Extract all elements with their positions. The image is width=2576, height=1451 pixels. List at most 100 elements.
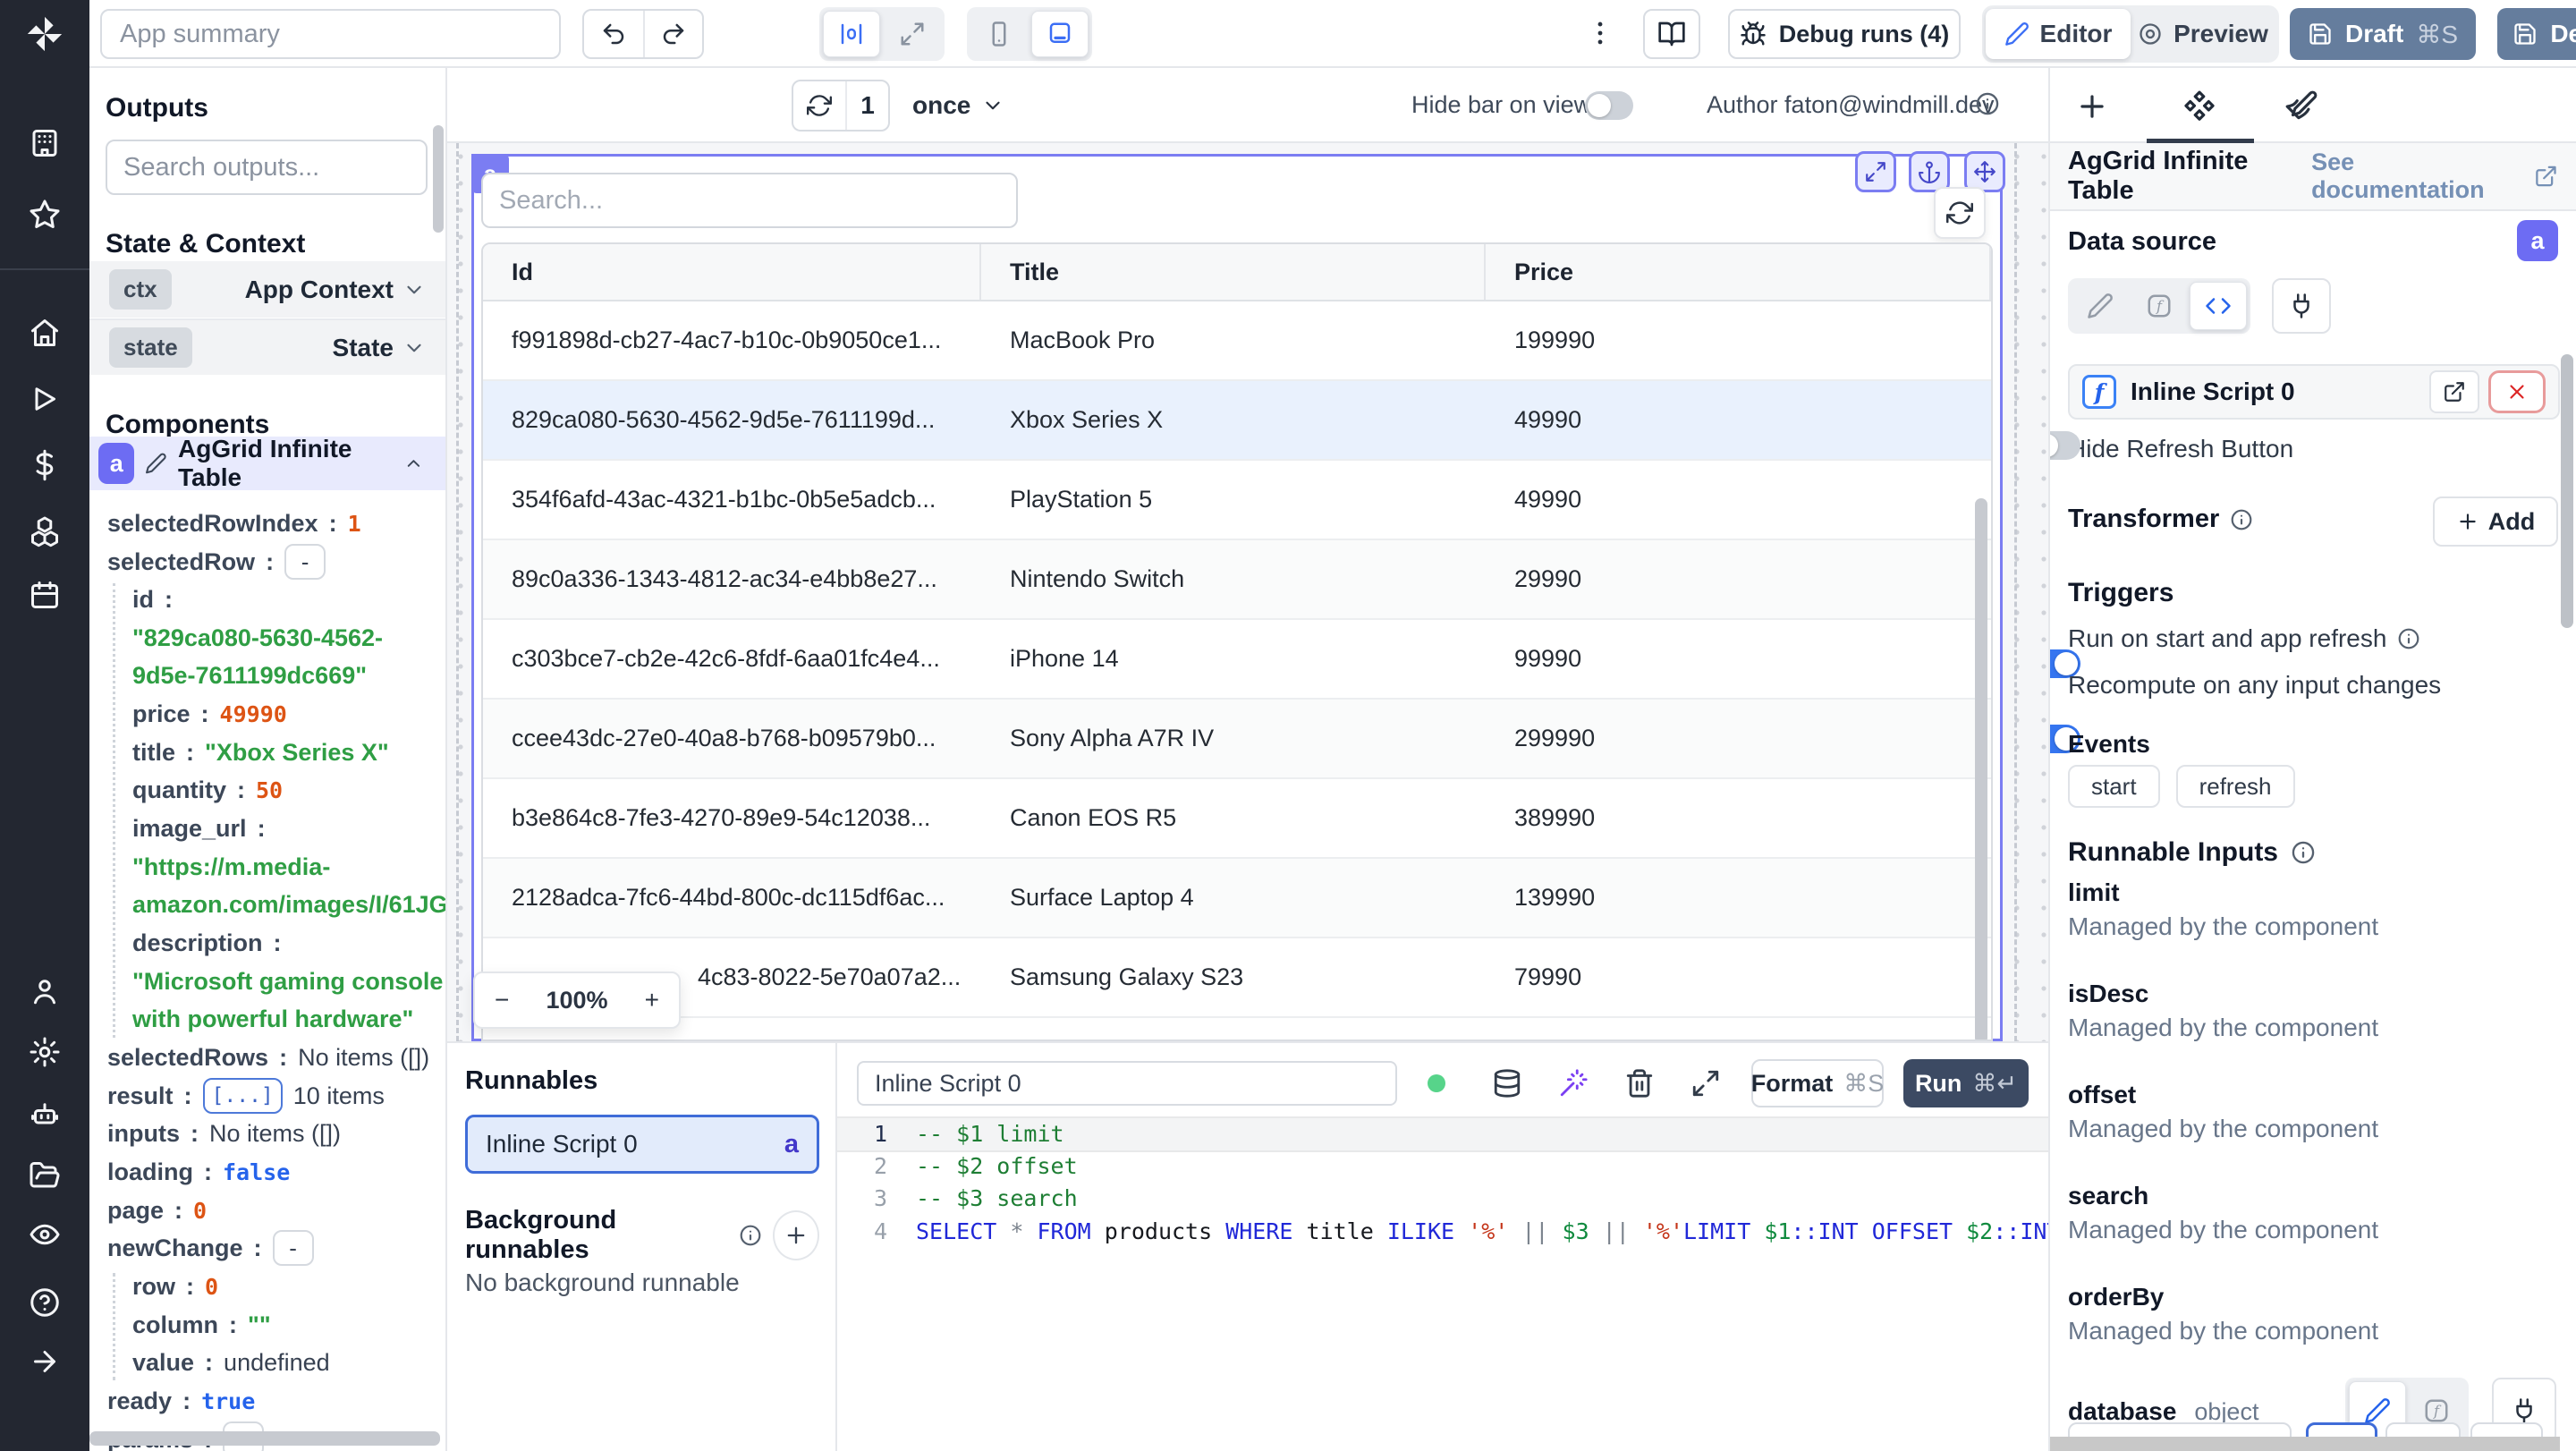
table-row[interactable]: ccee43dc-27e0-40a8-b768-b09579b0... Sony … bbox=[483, 700, 1991, 779]
static-mode-pencil-icon[interactable] bbox=[2072, 282, 2129, 330]
hide-refresh-toggle[interactable] bbox=[2050, 431, 2080, 460]
book-icon[interactable] bbox=[1643, 9, 1700, 59]
inspector-hscrollbar[interactable] bbox=[2050, 1437, 2560, 1451]
table-row[interactable]: f991898d-cb27-4ac7-b10c-0b9050ce1... MacB… bbox=[483, 301, 1991, 381]
script-name-input[interactable] bbox=[857, 1061, 1397, 1106]
value: true bbox=[201, 1387, 256, 1414]
info-icon[interactable] bbox=[2230, 508, 2253, 531]
center-align-button[interactable] bbox=[823, 11, 880, 57]
expand-array-button[interactable]: [...] bbox=[202, 1078, 283, 1114]
windmill-logo-icon[interactable] bbox=[24, 13, 65, 55]
aggrid-table-component[interactable]: a Id Title Price f991898d-cb27-4ac7-b10c… bbox=[471, 151, 2005, 1041]
blocks-icon[interactable] bbox=[29, 515, 61, 547]
connect-plug-icon[interactable] bbox=[2272, 278, 2331, 334]
table-row[interactable]: 89c0a336-1343-4812-ac34-e4bb8e27... Ninte… bbox=[483, 540, 1991, 620]
search-outputs-input[interactable] bbox=[106, 140, 428, 195]
expand-layout-button[interactable] bbox=[884, 11, 941, 57]
trash-icon[interactable] bbox=[1624, 1068, 1655, 1099]
gear-icon[interactable] bbox=[29, 1036, 61, 1068]
calendar-icon[interactable] bbox=[29, 579, 61, 611]
styling-tab-icon[interactable] bbox=[2284, 89, 2318, 123]
play-icon[interactable] bbox=[29, 383, 61, 415]
chevron-down-icon[interactable] bbox=[402, 278, 426, 301]
tab-editor[interactable]: Editor bbox=[1986, 9, 2131, 59]
runnable-item-inline-script-0[interactable]: Inline Script 0 a bbox=[465, 1115, 819, 1174]
template-mode-fx-icon[interactable]: f bbox=[2131, 282, 2188, 330]
event-pill-start[interactable]: start bbox=[2068, 765, 2160, 808]
arrow-right-icon[interactable] bbox=[29, 1345, 61, 1378]
desktop-icon[interactable] bbox=[1031, 11, 1089, 57]
kebab-menu-icon[interactable] bbox=[1585, 18, 1615, 48]
database-icon[interactable] bbox=[1492, 1068, 1522, 1099]
star-icon[interactable] bbox=[29, 199, 61, 231]
info-icon[interactable] bbox=[739, 1224, 762, 1247]
remove-script-icon[interactable] bbox=[2488, 370, 2546, 413]
robot-icon[interactable] bbox=[29, 1099, 61, 1131]
table-scrollbar[interactable] bbox=[1975, 498, 1987, 1039]
info-icon[interactable] bbox=[1975, 91, 2000, 116]
chevron-down-icon[interactable] bbox=[402, 336, 426, 360]
home-icon[interactable] bbox=[29, 317, 61, 349]
column-header-title[interactable]: Title bbox=[981, 244, 1486, 300]
table-row-selected[interactable]: 829ca080-5630-4562-9d5e-7611199d... Xbox … bbox=[483, 381, 1991, 461]
format-button[interactable]: Format ⌘S bbox=[1751, 1059, 1884, 1107]
hide-bar-toggle[interactable] bbox=[1585, 91, 1633, 120]
dollar-icon[interactable] bbox=[29, 449, 61, 481]
open-script-icon[interactable] bbox=[2429, 370, 2479, 413]
value: 10 items bbox=[292, 1082, 385, 1109]
table-refresh-button[interactable] bbox=[1934, 187, 1986, 239]
column-header-price[interactable]: Price bbox=[1486, 244, 1991, 300]
add-transformer-button[interactable]: Add bbox=[2433, 496, 2558, 547]
add-background-runnable-button[interactable] bbox=[772, 1210, 819, 1260]
table-row[interactable]: 2128adca-7fc6-44bd-800c-dc115df6ac... Sur… bbox=[483, 859, 1991, 938]
deploy-button[interactable]: Deploy bbox=[2497, 8, 2576, 60]
table-row[interactable]: 4c83-8022-5e70a07a2... Samsung Galaxy S23… bbox=[483, 938, 1991, 1018]
outputs-hscrollbar[interactable] bbox=[89, 1431, 440, 1446]
mobile-icon[interactable] bbox=[970, 11, 1028, 57]
zoom-out-button[interactable]: − bbox=[495, 986, 509, 1014]
component-header-row[interactable]: a AgGrid Infinite Table bbox=[89, 435, 445, 491]
redo-button[interactable] bbox=[643, 11, 702, 57]
expand-component-icon[interactable] bbox=[1855, 151, 1896, 192]
folder-icon[interactable] bbox=[29, 1159, 61, 1192]
help-icon[interactable] bbox=[29, 1286, 61, 1319]
undo-button[interactable] bbox=[584, 11, 643, 57]
frequency-select[interactable]: once bbox=[912, 80, 1004, 132]
eye-icon[interactable] bbox=[29, 1218, 61, 1251]
building-icon[interactable] bbox=[29, 127, 61, 159]
inspector-scrollbar[interactable] bbox=[2561, 354, 2573, 628]
ai-wand-icon[interactable] bbox=[1558, 1068, 1589, 1099]
tab-preview[interactable]: Preview bbox=[2131, 9, 2275, 59]
code-mode-icon[interactable] bbox=[2190, 282, 2247, 330]
draft-shortcut: ⌘S bbox=[2416, 20, 2459, 48]
table-search-input[interactable] bbox=[481, 173, 1018, 228]
collapse-button[interactable]: - bbox=[272, 1230, 314, 1266]
debug-runs-button[interactable]: Debug runs (4) bbox=[1728, 9, 1961, 59]
table-row[interactable]: 354f6afd-43ac-4321-b1bc-0b5e5adcb... Play… bbox=[483, 461, 1991, 540]
run-button[interactable]: Run ⌘↵ bbox=[1903, 1059, 2029, 1107]
inline-script-card[interactable]: f Inline Script 0 bbox=[2068, 364, 2560, 420]
ctx-row[interactable]: ctx App Context bbox=[89, 261, 445, 318]
fullscreen-icon[interactable] bbox=[1690, 1068, 1721, 1099]
see-documentation-link[interactable]: See documentation bbox=[2311, 148, 2558, 204]
app-summary-input[interactable] bbox=[100, 9, 561, 59]
event-pill-refresh[interactable]: refresh bbox=[2175, 765, 2295, 808]
draft-button[interactable]: Draft ⌘S bbox=[2290, 8, 2476, 60]
table-row[interactable]: b3e864c8-7fe3-4270-89e9-54c12038... Canon… bbox=[483, 779, 1991, 859]
pencil-icon[interactable] bbox=[145, 451, 167, 476]
info-icon[interactable] bbox=[2397, 627, 2420, 650]
code-editor[interactable]: 1 2 3 4 -- $1 limit -- $2 offset -- $3 s… bbox=[837, 1116, 2074, 1451]
table-row[interactable]: c303bce7-cb2e-42c6-8fdf-6aa01fc4e4... iPh… bbox=[483, 620, 1991, 700]
info-icon[interactable] bbox=[2291, 840, 2316, 865]
column-header-id[interactable]: Id bbox=[483, 244, 981, 300]
state-row[interactable]: state State bbox=[89, 318, 445, 375]
outputs-scrollbar[interactable] bbox=[433, 125, 444, 233]
collapse-button[interactable]: - bbox=[284, 544, 326, 580]
zoom-in-button[interactable]: + bbox=[645, 986, 659, 1014]
component-settings-tab-icon[interactable] bbox=[2182, 89, 2216, 123]
refresh-count-button[interactable]: 1 bbox=[792, 80, 890, 132]
app-canvas[interactable]: a Id Title Price f991898d-cb27-4ac7-b10c… bbox=[447, 143, 2048, 1041]
user-icon[interactable] bbox=[29, 975, 61, 1007]
chevron-up-icon[interactable] bbox=[403, 452, 424, 475]
add-component-tab-icon[interactable] bbox=[2075, 89, 2109, 123]
